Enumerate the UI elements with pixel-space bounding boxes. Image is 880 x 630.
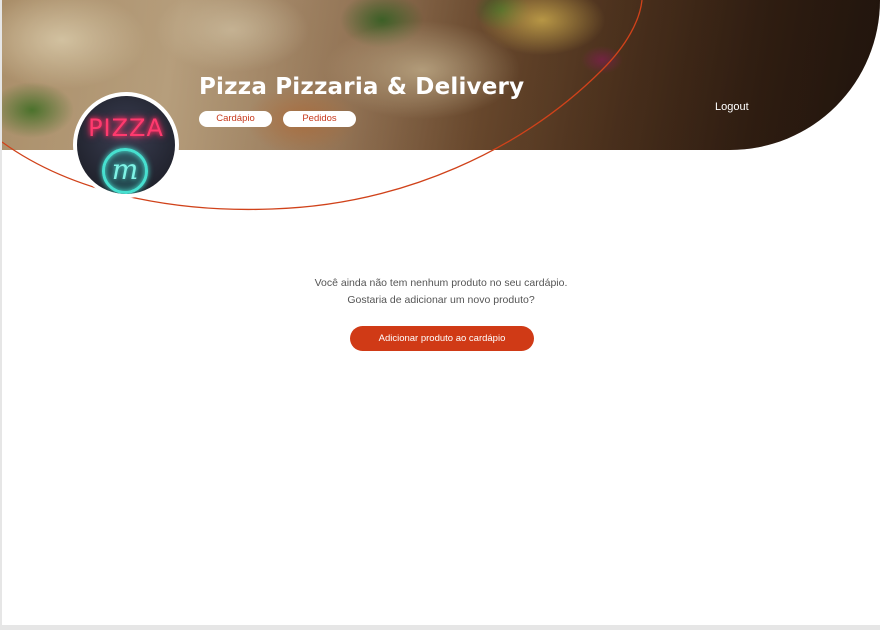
avatar-neon-image: PIZZA m: [77, 96, 175, 194]
restaurant-name: Pizza Pizzaria & Delivery: [199, 74, 525, 100]
add-product-button[interactable]: Adicionar produto ao cardápio: [350, 326, 534, 351]
empty-state-message: Você ainda não tem nenhum produto no seu…: [2, 275, 880, 309]
restaurant-avatar: PIZZA m: [73, 92, 179, 198]
empty-state-line-2: Gostaria de adicionar um novo produto?: [347, 294, 535, 306]
empty-state-line-1: Você ainda não tem nenhum produto no seu…: [314, 277, 568, 289]
avatar-neon-text: PIZZA: [88, 114, 164, 142]
nav-pedidos-button[interactable]: Pedidos: [283, 111, 356, 127]
page: PIZZA m Pizza Pizzaria & Delivery Cardáp…: [2, 0, 880, 625]
avatar-neon-mark: m: [111, 153, 139, 186]
nav-cardapio-button[interactable]: Cardápio: [199, 111, 272, 127]
logout-link[interactable]: Logout: [715, 101, 749, 113]
